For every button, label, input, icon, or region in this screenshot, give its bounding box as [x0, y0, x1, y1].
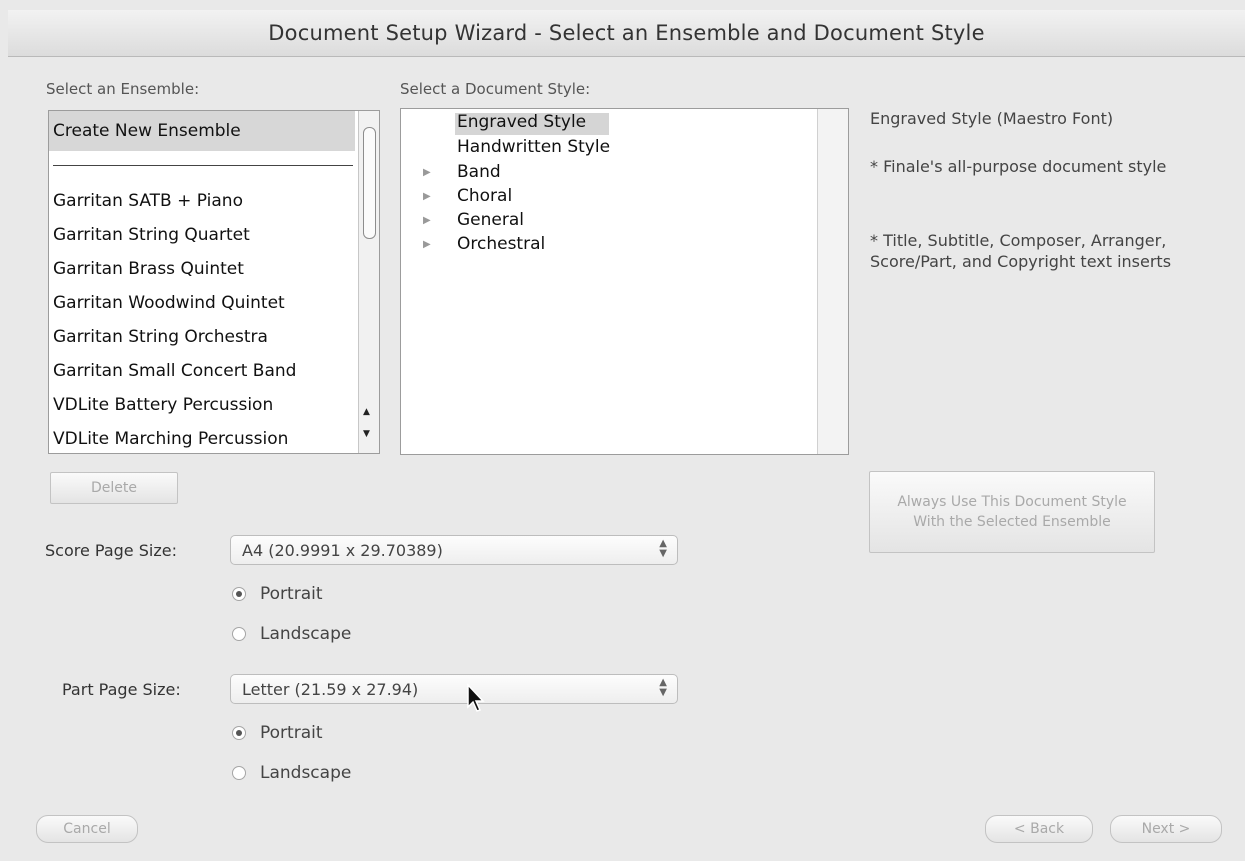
- part-page-size-value: Letter (21.59 x 27.94): [242, 679, 419, 699]
- disclosure-triangle-icon[interactable]: ▶: [423, 167, 431, 178]
- always-use-style-button[interactable]: Always Use This Document Style With the …: [869, 471, 1155, 553]
- back-button[interactable]: < Back: [985, 815, 1093, 843]
- disclosure-triangle-icon[interactable]: ▶: [423, 191, 431, 202]
- style-item-band[interactable]: Band: [457, 162, 501, 182]
- style-item-choral[interactable]: Choral: [457, 186, 512, 206]
- style-item-handwritten[interactable]: Handwritten Style: [457, 137, 610, 157]
- score-page-size-value: A4 (20.9991 x 29.70389): [242, 540, 443, 560]
- window-title: Document Setup Wizard - Select an Ensemb…: [268, 21, 985, 45]
- score-landscape-radio[interactable]: [232, 627, 246, 641]
- disclosure-triangle-icon[interactable]: ▶: [423, 239, 431, 250]
- part-landscape-label: Landscape: [260, 763, 352, 783]
- chevron-updown-icon: ▲ ▼: [659, 677, 667, 698]
- mouse-pointer-icon: [467, 683, 485, 712]
- chevron-updown-icon: ▲ ▼: [659, 538, 667, 559]
- score-page-size-select[interactable]: A4 (20.9991 x 29.70389) ▲ ▼: [230, 535, 678, 565]
- style-description-bullet: * Title, Subtitle, Composer, Arranger, S…: [870, 231, 1172, 271]
- ensemble-item[interactable]: Garritan String Orchestra: [53, 327, 268, 347]
- score-portrait-radio[interactable]: [232, 587, 246, 601]
- scrollbar-thumb[interactable]: [363, 127, 376, 239]
- part-portrait-label: Portrait: [260, 723, 323, 743]
- ensemble-item[interactable]: Garritan SATB + Piano: [53, 191, 243, 211]
- ensemble-list[interactable]: Create New Ensemble Garritan SATB + Pian…: [48, 110, 380, 454]
- ensemble-item-create-new[interactable]: Create New Ensemble: [53, 121, 241, 141]
- score-landscape-label: Landscape: [260, 624, 352, 644]
- style-item-general[interactable]: General: [457, 210, 524, 230]
- delete-button[interactable]: Delete: [50, 472, 178, 504]
- score-portrait-label: Portrait: [260, 584, 323, 604]
- list-divider: [53, 165, 353, 166]
- part-landscape-radio[interactable]: [232, 766, 246, 780]
- scroll-down-arrow-icon[interactable]: ▼: [363, 429, 370, 439]
- ensemble-item[interactable]: Garritan String Quartet: [53, 225, 250, 245]
- part-portrait-radio[interactable]: [232, 726, 246, 740]
- ensemble-item[interactable]: Garritan Brass Quintet: [53, 259, 244, 279]
- ensemble-item[interactable]: Garritan Small Concert Band: [53, 361, 296, 381]
- style-description-bullet: * Finale's all-purpose document style: [870, 157, 1167, 176]
- style-item-engraved[interactable]: Engraved Style: [457, 112, 586, 132]
- scroll-up-arrow-icon[interactable]: ▲: [363, 407, 370, 417]
- ensemble-scrollbar[interactable]: ▲ ▼: [358, 111, 379, 453]
- score-page-size-label: Score Page Size:: [45, 541, 177, 560]
- ensemble-item[interactable]: VDLite Battery Percussion: [53, 395, 273, 415]
- window-titlebar: Document Setup Wizard - Select an Ensemb…: [8, 10, 1245, 57]
- part-page-size-select[interactable]: Letter (21.59 x 27.94) ▲ ▼: [230, 674, 678, 704]
- ensemble-label: Select an Ensemble:: [46, 80, 200, 98]
- next-button[interactable]: Next >: [1110, 815, 1222, 843]
- document-style-tree[interactable]: Engraved Style Handwritten Style ▶ Band …: [400, 108, 849, 455]
- disclosure-triangle-icon[interactable]: ▶: [423, 215, 431, 226]
- style-item-orchestral[interactable]: Orchestral: [457, 234, 545, 254]
- ensemble-item[interactable]: VDLite Marching Percussion: [53, 429, 288, 449]
- style-description-title: Engraved Style (Maestro Font): [870, 109, 1114, 128]
- part-page-size-label: Part Page Size:: [62, 680, 181, 699]
- ensemble-item[interactable]: Garritan Woodwind Quintet: [53, 293, 285, 313]
- cancel-button[interactable]: Cancel: [36, 815, 138, 843]
- style-scrollbar[interactable]: [817, 109, 848, 454]
- document-style-label: Select a Document Style:: [400, 80, 591, 98]
